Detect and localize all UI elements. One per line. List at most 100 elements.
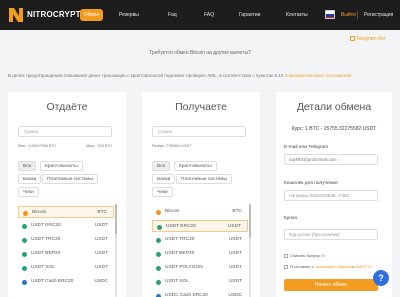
currency-name: USDT TRC20 — [165, 237, 195, 242]
nitrocrypt-logo-icon[interactable] — [8, 7, 24, 23]
receive-reserve: Резерв: 7790600 USDT — [152, 144, 192, 148]
receive-panel: Получаете Сумма Резерв: 7790600 USDT Все… — [142, 92, 260, 297]
currency-name: USDT BEP20 — [165, 251, 195, 256]
email-label: E-mail или Telegram — [284, 145, 329, 150]
coupon-input[interactable]: Код купона (При наличии) — [284, 229, 378, 240]
russian-flag-icon[interactable] — [325, 10, 335, 19]
nav-reserves[interactable]: Резервы — [119, 9, 139, 21]
give-scrollbar[interactable] — [115, 204, 117, 297]
aml-notice: В целях предотвращения отмывания денег т… — [8, 73, 352, 78]
currency-name: Bitcoin — [32, 210, 47, 215]
currency-name: USDT TRC20 — [31, 237, 61, 242]
currency-name: USDT BEP20 — [31, 251, 61, 256]
bitcoin-icon — [23, 210, 28, 216]
start-exchange-button[interactable]: Начать обмен — [284, 279, 378, 291]
currency-name: Bitcoin — [165, 209, 180, 214]
telegram-support-link[interactable]: Telegram-бот — [350, 36, 386, 42]
receive-currency-row[interactable]: Bitcoin BTC — [152, 206, 248, 218]
currency-network: BTC — [232, 209, 242, 214]
nav-guarantees[interactable]: Гарантии — [239, 9, 260, 21]
give-panel: Отдаёте Сумма Мин.: 0.00047508 BTC Макс.… — [8, 92, 126, 297]
logout-link[interactable]: Выйти — [341, 9, 356, 21]
receive-scrollbar[interactable] — [249, 204, 251, 297]
exchange-rules-link[interactable]: правилами обмена — [315, 264, 350, 269]
give-amount-input[interactable]: Сумма — [18, 126, 112, 137]
agree-checkbox-box[interactable] — [284, 264, 288, 269]
receive-currency-row[interactable]: USDT BEP20 USDT — [152, 248, 248, 260]
give-tab-crypto[interactable]: Криптовалюты — [40, 161, 83, 171]
give-tab-checks[interactable]: Чеки — [18, 187, 39, 197]
receive-currency-row[interactable]: USDT ERC20 USDT — [152, 220, 248, 232]
currency-network: BTC — [97, 210, 107, 215]
receive-tab-payment-systems[interactable]: Платежные системы — [176, 174, 232, 184]
usdc-icon — [22, 279, 27, 285]
tether-icon — [156, 279, 161, 285]
give-currency-row[interactable]: USDT SOL USDT — [18, 262, 114, 274]
currency-network: USDT — [228, 237, 242, 242]
usdc-icon — [156, 293, 161, 297]
currency-network: USDT — [228, 265, 242, 270]
receive-amount-input[interactable]: Сумма — [152, 126, 246, 137]
give-tab-banks[interactable]: Банки — [18, 174, 42, 184]
email-input[interactable]: sophths@protonmail.com — [284, 154, 378, 165]
currency-name: USDT ERC20 — [166, 224, 196, 229]
currency-network: USDT — [228, 279, 242, 284]
give-currency-row[interactable]: Bitcoin BTC — [18, 206, 114, 218]
nav-faq[interactable]: FAQ — [204, 9, 214, 21]
currency-network: USDT — [94, 223, 108, 228]
currency-network: USDC — [94, 279, 108, 284]
give-tab-payment-systems[interactable]: Платежные системы — [42, 174, 98, 184]
question-icon: ? — [378, 273, 384, 283]
currency-network: USDC — [228, 293, 242, 297]
give-title: Отдаёте — [46, 101, 88, 113]
telegram-icon — [350, 36, 355, 41]
give-tab-all[interactable]: Все — [18, 161, 37, 171]
tether-icon — [22, 265, 27, 271]
receive-tab-all[interactable]: Все — [152, 161, 171, 171]
receive-title: Получаете — [175, 101, 227, 113]
give-min: Мин.: 0.00047508 BTC — [18, 144, 57, 148]
user-agreement-link[interactable]: пользовательского соглашения — [285, 73, 352, 78]
wallet-label: Кошелёк для получения — [284, 181, 338, 186]
nav-contacts[interactable]: Контакты — [286, 9, 308, 21]
details-title: Детали обмена — [296, 101, 372, 113]
promo-text: Требуется обмен Bitcoin на другие валюты… — [149, 50, 251, 56]
currency-name: USDT SOL — [31, 265, 55, 270]
give-max: Макс.: 200 BTC — [86, 144, 113, 148]
register-link[interactable]: Регистрация — [364, 9, 393, 21]
receive-currency-row[interactable]: USDC Cash ERC20 USDC — [152, 290, 248, 297]
give-currency-row[interactable]: USDT TRC20 USDT — [18, 234, 114, 246]
bonus-checkbox[interactable]: Списать бонусы: 0 — [284, 253, 324, 258]
help-chat-button[interactable]: ? — [373, 270, 389, 286]
wallet-input[interactable]: Например 0xEE2D6B3B...F3BC — [284, 190, 378, 201]
agree-checkbox[interactable]: Я согласен с правилами обмена и AML/KYC — [284, 264, 384, 270]
receive-currency-row[interactable]: USDT POLYGON USDT — [152, 262, 248, 274]
bonus-checkbox-box[interactable] — [284, 253, 288, 258]
receive-tab-banks[interactable]: Банки — [152, 174, 176, 184]
exchange-rate: Курс: 1 BTC - 25755.32275582 USDT — [291, 126, 377, 132]
receive-tab-crypto[interactable]: Криптовалюты — [174, 161, 217, 171]
brand-name[interactable]: NITROCRYPT — [27, 10, 81, 19]
currency-network: USDT — [227, 224, 241, 229]
currency-name: USDT SOL — [165, 279, 189, 284]
currency-network: USDT — [228, 251, 242, 256]
receive-currency-list[interactable]: Bitcoin BTC USDT ERC20 USDT USDT TRC20 USDT US… — [152, 204, 248, 297]
give-currency-row[interactable]: USDT ERC20 USDT — [18, 220, 114, 232]
tether-icon — [22, 251, 27, 257]
give-currency-list[interactable]: Bitcoin BTC USDT ERC20 USDT USDT TRC20 USDT US… — [18, 204, 114, 297]
nav-faq-ru[interactable]: Faq — [168, 9, 177, 21]
receive-tab-checks[interactable]: Чеки — [152, 187, 173, 197]
tether-icon — [156, 237, 161, 243]
bitcoin-icon — [156, 209, 161, 215]
tether-icon — [156, 265, 161, 271]
currency-name: USDC Cash ERC20 — [165, 293, 208, 297]
receive-currency-row[interactable]: USDT SOL USDT — [152, 276, 248, 288]
give-currency-row[interactable]: USDT BEP20 USDT — [18, 248, 114, 260]
currency-name: USDT Cash ERC20 — [31, 279, 74, 284]
aml-kyc-link[interactable]: AML/KYC — [355, 264, 373, 269]
tether-icon — [157, 224, 162, 230]
receive-currency-row[interactable]: USDT TRC20 USDT — [152, 234, 248, 246]
give-currency-row[interactable]: USDT Cash ERC20 USDC — [18, 276, 114, 288]
nav-exchange[interactable]: Обмен — [80, 9, 103, 21]
currency-network: USDT — [94, 265, 108, 270]
